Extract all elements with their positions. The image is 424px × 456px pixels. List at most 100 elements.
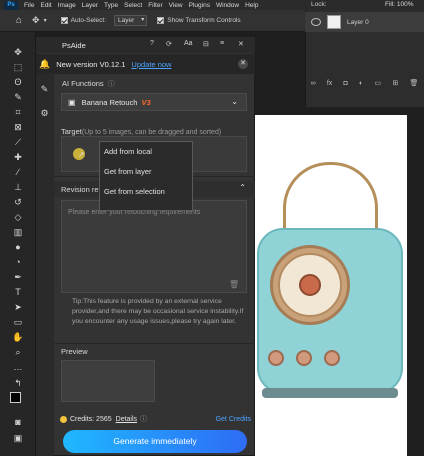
adjustment-icon[interactable]: ◐ [359,80,363,87]
menu-filter[interactable]: Filter [148,2,162,9]
revision-label: Revision re [61,184,99,194]
preview-image [61,360,155,402]
swap-colors-icon[interactable]: ↰ [12,377,24,389]
radio-knob-image [268,350,284,366]
ai-functions-label: AI Functions ⓘ [62,79,115,89]
eraser-icon[interactable]: ◇ [12,211,24,223]
history-brush-icon[interactable]: ↺ [12,196,24,208]
auto-select-dropdown[interactable]: Layer [114,15,148,26]
link-icon[interactable]: ∞ [311,80,316,87]
home-icon[interactable]: ⌂ [16,15,22,26]
gradient-icon[interactable]: ▥ [12,226,24,238]
healing-icon[interactable]: ✚ [12,151,24,163]
dock-icon[interactable]: ⊟ [203,40,209,48]
edit-icon[interactable]: ✎ [39,84,50,95]
pen-icon[interactable]: ✒ [12,271,24,283]
folder-icon[interactable]: ▭ [374,79,381,87]
menu-window[interactable]: Window [216,2,239,9]
photoshop-logo-icon[interactable]: Ps [4,0,18,10]
function-value: Banana Retouch [81,97,138,107]
info-icon[interactable]: ⓘ [108,81,115,88]
generate-button[interactable]: Generate immediately [63,430,247,453]
lasso-icon[interactable]: ʘ [12,76,24,88]
get-credits-link[interactable]: Get Credits [216,416,251,423]
tools-bar: ✥ ⬚ ʘ ✎ ⌗ ⊠ ⟋ ✚ ∕ ⊥ ↺ ◇ ▥ ● ◔ ✒ T ➤ ▭ ✋ … [0,32,36,456]
menu-image[interactable]: Image [58,2,76,9]
tool-preset-chevron-icon[interactable]: ▾ [44,17,47,24]
update-notice: 🔔 New version V0.12.1 Update now ✕ [36,54,255,74]
transform-controls-checkbox[interactable] [157,17,165,24]
menu-type[interactable]: Type [104,2,118,9]
quick-mask-icon[interactable]: ◙ [12,416,24,428]
eye-icon[interactable] [311,18,321,26]
lock-label: Lock: [311,1,327,8]
menu-edit[interactable]: Edit [40,2,51,9]
hand-icon[interactable]: ✋ [12,331,24,343]
options-bar: ⌂ ✥ ▾ Auto-Select: Layer Show Transform … [0,10,305,32]
fill-value[interactable]: 100% [397,1,414,8]
revision-textarea[interactable]: Please enter your retouching requirement… [61,200,247,293]
path-select-icon[interactable]: ➤ [12,301,24,313]
new-layer-icon[interactable]: ⊞ [392,79,398,87]
layer-name[interactable]: Layer 0 [347,19,369,26]
blur-icon[interactable]: ● [12,241,24,253]
quick-select-icon[interactable]: ✎ [12,91,24,103]
clear-text-icon[interactable]: 🗑 [229,280,239,289]
menu-plugins[interactable]: Plugins [189,2,210,9]
move-icon[interactable]: ✥ [12,46,24,58]
screen-mode-icon[interactable]: ▣ [12,432,24,444]
frame-icon[interactable]: ⊠ [12,121,24,133]
auto-select-checkbox[interactable] [60,17,68,24]
move-tool-icon[interactable]: ✥ [32,15,40,26]
trash-icon[interactable]: 🗑 [409,79,418,87]
add-image-icon[interactable]: ➚ [78,150,85,159]
dodge-icon[interactable]: ◔ [12,256,24,268]
menu-item-add-from-local[interactable]: Add from local [100,142,192,162]
panel-side-nav: ✎ ⚙ [36,74,54,456]
layer-thumbnail [327,15,341,29]
divider [54,343,255,344]
stamp-icon[interactable]: ⊥ [12,181,24,193]
settings-icon[interactable]: ⚙ [39,108,50,119]
menu-bar: Ps File Edit Image Layer Type Select Fil… [0,0,424,10]
foreground-color-swatch[interactable] [10,392,21,403]
mask-icon[interactable]: ◘ [344,80,348,87]
menu-item-get-from-selection[interactable]: Get from selection [100,182,192,202]
fx-icon[interactable]: fx [327,80,332,87]
radio-knob-image [324,350,340,366]
font-size-icon[interactable]: Aa [184,40,193,47]
help-icon[interactable]: ? [150,40,154,47]
menu-help[interactable]: Help [245,2,258,9]
type-icon[interactable]: T [12,286,24,298]
layer-row[interactable]: Layer 0 [305,12,424,32]
menu-layer[interactable]: Layer [82,2,98,9]
function-icon: ▣ [68,97,76,107]
details-link[interactable]: Details [116,416,137,423]
refresh-icon[interactable]: ⟳ [166,40,172,48]
close-notice-icon[interactable]: ✕ [238,59,248,69]
add-image-context-menu: Add from local Get from layer Get from s… [99,141,193,211]
ai-function-select[interactable]: ▣ Banana Retouch V3 ⌄ [61,93,247,111]
menu-view[interactable]: View [169,2,183,9]
crop-icon[interactable]: ⌗ [12,106,24,118]
menu-select[interactable]: Select [124,2,142,9]
close-panel-icon[interactable]: ✕ [238,40,244,48]
panel-titlebar[interactable]: PsAide ? ⟳ Aa ⊟ ≡ ✕ [36,37,255,53]
chevron-up-icon[interactable]: ⌃ [239,183,246,192]
brush-icon[interactable]: ∕ [12,166,24,178]
radio-knob-image [296,350,312,366]
zoom-icon[interactable]: ⌕ [12,346,24,358]
auto-select-label: Auto-Select: [70,17,107,24]
eyedropper-icon[interactable]: ⟋ [12,136,24,148]
menu-file[interactable]: File [24,2,34,9]
credits-label: Credits: 2565 [70,415,112,423]
minimize-icon[interactable]: ≡ [220,40,224,47]
more-tools-icon[interactable]: … [12,361,24,373]
layer-actions: ∞ fx ◘ ◐ ▭ ⊞ 🗑 [305,76,424,90]
menu-item-get-from-layer[interactable]: Get from layer [100,162,192,182]
notice-icon: 🔔 [39,58,51,69]
details-info-icon[interactable]: ⓘ [140,414,147,424]
shape-icon[interactable]: ▭ [12,316,24,328]
update-now-link[interactable]: Update now [131,60,171,69]
marquee-icon[interactable]: ⬚ [12,61,24,73]
